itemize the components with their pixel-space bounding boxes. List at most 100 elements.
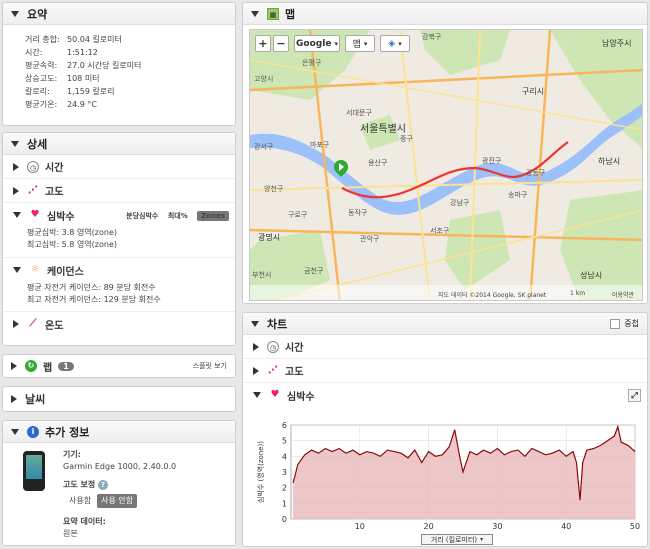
overlay-toggle[interactable]: 중첩 xyxy=(610,318,639,329)
elev-used-option[interactable]: 사용함 xyxy=(69,495,91,507)
x-tick-label: 50 xyxy=(630,522,640,531)
weather-panel[interactable]: 날씨 xyxy=(2,386,236,412)
chart-elevation-row[interactable]: ⋰ 고도 xyxy=(243,359,647,383)
cadence-avg: 평균 자전거 케이던스: 89 분당 회전수 xyxy=(27,283,156,292)
map-place-label: 관악구 xyxy=(360,235,380,243)
map-place-label: 성남시 xyxy=(580,271,603,280)
expand-chart-icon[interactable]: ⤢ xyxy=(628,388,641,402)
extra-info-panel: i 추가 정보 기기: Garmin Edge 1000, 2.40.0.0 고도… xyxy=(2,420,236,546)
summary-list: 거리 총합: 50.04 킬로미터 시간: 1:51:12 평균속력: 27.0 시간… xyxy=(3,25,235,111)
expand-icon xyxy=(13,162,19,171)
collapse-icon xyxy=(253,392,261,398)
cadence-icon: ☼ xyxy=(30,264,40,275)
details-heart-row[interactable]: ♥ 심박수 분당심박수 최대% Zones xyxy=(3,203,235,227)
collapse-icon xyxy=(11,10,19,17)
elevation-icon: ⋰ xyxy=(268,364,278,376)
details-panel: 상세 ◷ 시간 ⋰ 고도 ♥ 심박수 분당심박수 최대% Zones 평균심박: 3.… xyxy=(2,132,236,346)
summary-row: 상승고도: 108 미터 xyxy=(25,74,100,83)
map-graphic xyxy=(250,30,642,300)
details-temperature-row[interactable]: ⟋ 온도 xyxy=(3,312,235,336)
map-place-label: 송파구 xyxy=(508,191,528,199)
zoom-out-button[interactable]: − xyxy=(273,35,289,52)
zoom-in-button[interactable]: + xyxy=(255,35,271,52)
map-place-label: 구로구 xyxy=(288,211,308,219)
laps-icon: ↻ xyxy=(25,360,37,372)
details-cadence-row[interactable]: ☼ 케이던스 xyxy=(3,258,235,282)
map-canvas[interactable]: + − Google ▾ 맵 ▾ ◈ ▾ 서울특별시 강북구 남양주시 구리시 하남시… xyxy=(249,29,643,301)
heart-max: 최고심박: 5.8 영역(zone) xyxy=(27,240,117,249)
y-tick-label: 4 xyxy=(282,452,287,461)
summary-title: 요약 xyxy=(27,7,48,21)
map-terms-link[interactable]: 이용약관 xyxy=(612,290,634,299)
map-place-label: 강북구 xyxy=(422,33,442,41)
y-axis-label: 심박수 (영역(zone)) xyxy=(256,441,265,503)
chart-time-row[interactable]: ◷ 시간 xyxy=(243,335,647,359)
tab-zones[interactable]: Zones xyxy=(197,210,229,221)
map-header[interactable]: ▦ 맵 xyxy=(243,3,647,25)
map-place-label: 광진구 xyxy=(482,157,502,165)
map-layers-select[interactable]: ◈ ▾ xyxy=(380,35,410,52)
y-tick-label: 3 xyxy=(282,468,287,477)
map-panel: ▦ 맵 + − Google ▾ 맵 ▾ ◈ ▾ 서울특별시 강북구 남양주시 … xyxy=(242,2,648,304)
chevron-down-icon: ▾ xyxy=(363,39,368,48)
map-attribution: 지도 데이터 ©2014 Google, SK planet xyxy=(438,292,547,299)
map-provider-select[interactable]: Google ▾ xyxy=(294,35,340,52)
expand-icon xyxy=(13,320,19,328)
cadence-max: 최고 자전거 케이던스: 129 분당 회전수 xyxy=(27,295,161,304)
expand-icon xyxy=(13,186,19,195)
laps-label: 랩 xyxy=(43,362,53,374)
laps-panel[interactable]: ↻ 랩 1 스플릿 보기 xyxy=(2,354,236,378)
collapse-icon xyxy=(11,428,19,435)
map-place-label: 구리시 xyxy=(522,87,545,96)
map-place-label: 금천구 xyxy=(304,267,324,275)
map-place-label: 동작구 xyxy=(348,209,368,217)
details-cadence-section: ☼ 케이던스 평균 자전거 케이던스: 89 분당 회전수 최고 자전거 케이던스… xyxy=(3,258,235,312)
map-place-label: 양천구 xyxy=(264,185,284,193)
y-tick-label: 6 xyxy=(282,421,287,430)
split-view-link[interactable]: 스플릿 보기 xyxy=(193,361,227,371)
collapse-icon xyxy=(13,212,21,218)
map-place-label: 은평구 xyxy=(302,59,322,67)
heart-rate-chart[interactable]: 0 1 2 3 4 5 6 10 20 30 40 50 심박수 (영역(zone)) xyxy=(249,417,641,535)
summary-header[interactable]: 요약 xyxy=(3,3,235,25)
chart-heart-row[interactable]: ♥ 심박수 ⤢ xyxy=(243,383,647,407)
tab-bpm[interactable]: 분당심박수 xyxy=(126,212,158,220)
summary-row: 평균기온: 24.9 °C xyxy=(25,100,97,109)
device-image xyxy=(23,451,45,491)
map-place-label: 강서구 xyxy=(254,143,274,151)
map-type-select[interactable]: 맵 ▾ xyxy=(345,35,375,52)
clock-icon: ◷ xyxy=(267,340,279,353)
route-start-marker[interactable] xyxy=(331,157,351,180)
layers-icon: ◈ xyxy=(388,38,396,49)
map-place-label: 마포구 xyxy=(310,141,330,149)
details-time-row[interactable]: ◷ 시간 xyxy=(3,155,235,179)
chevron-down-icon: ▾ xyxy=(480,536,484,543)
details-heart-section: ♥ 심박수 분당심박수 최대% Zones 평균심박: 3.8 영역(zone) … xyxy=(3,203,235,258)
heart-unit-tabs: 분당심박수 최대% Zones xyxy=(120,210,229,221)
y-tick-label: 1 xyxy=(282,499,287,508)
details-header[interactable]: 상세 xyxy=(3,133,235,155)
map-place-label: 고양시 xyxy=(254,75,274,83)
details-elevation-row[interactable]: ⋰ 고도 xyxy=(3,179,235,203)
help-icon[interactable]: ? xyxy=(98,480,109,490)
chevron-down-icon: ▾ xyxy=(334,39,338,48)
summary-row: 거리 총합: 50.04 킬로미터 xyxy=(25,35,122,44)
x-tick-label: 20 xyxy=(424,522,434,531)
x-axis-selector[interactable]: 거리 (킬로미터) ▾ xyxy=(421,534,493,545)
summary-panel: 요약 거리 총합: 50.04 킬로미터 시간: 1:51:12 평균속력: 27.0… xyxy=(2,2,236,126)
overlay-checkbox[interactable] xyxy=(610,318,621,329)
extra-info-header[interactable]: i 추가 정보 xyxy=(3,421,235,443)
chart-header[interactable]: 차트 중첩 xyxy=(243,313,647,335)
clock-icon: ◷ xyxy=(27,160,39,173)
collapse-icon xyxy=(251,320,259,327)
collapse-icon xyxy=(11,140,19,147)
map-scale: 1 km xyxy=(570,290,586,297)
chart-panel: 차트 중첩 ◷ 시간 ⋰ 고도 ♥ 심박수 ⤢ 0 1 2 3 4 5 6 10 20 30 40 50 심박… xyxy=(242,312,648,547)
device-screen xyxy=(26,455,42,479)
elev-unused-option[interactable]: 사용 안함 xyxy=(97,494,138,508)
map-city-label: 서울특별시 xyxy=(360,124,406,135)
thermometer-icon: ⟋ xyxy=(29,318,37,329)
tab-max-percent[interactable]: 최대% xyxy=(168,212,188,220)
x-tick-label: 40 xyxy=(561,522,571,531)
weather-title: 날씨 xyxy=(25,393,46,406)
